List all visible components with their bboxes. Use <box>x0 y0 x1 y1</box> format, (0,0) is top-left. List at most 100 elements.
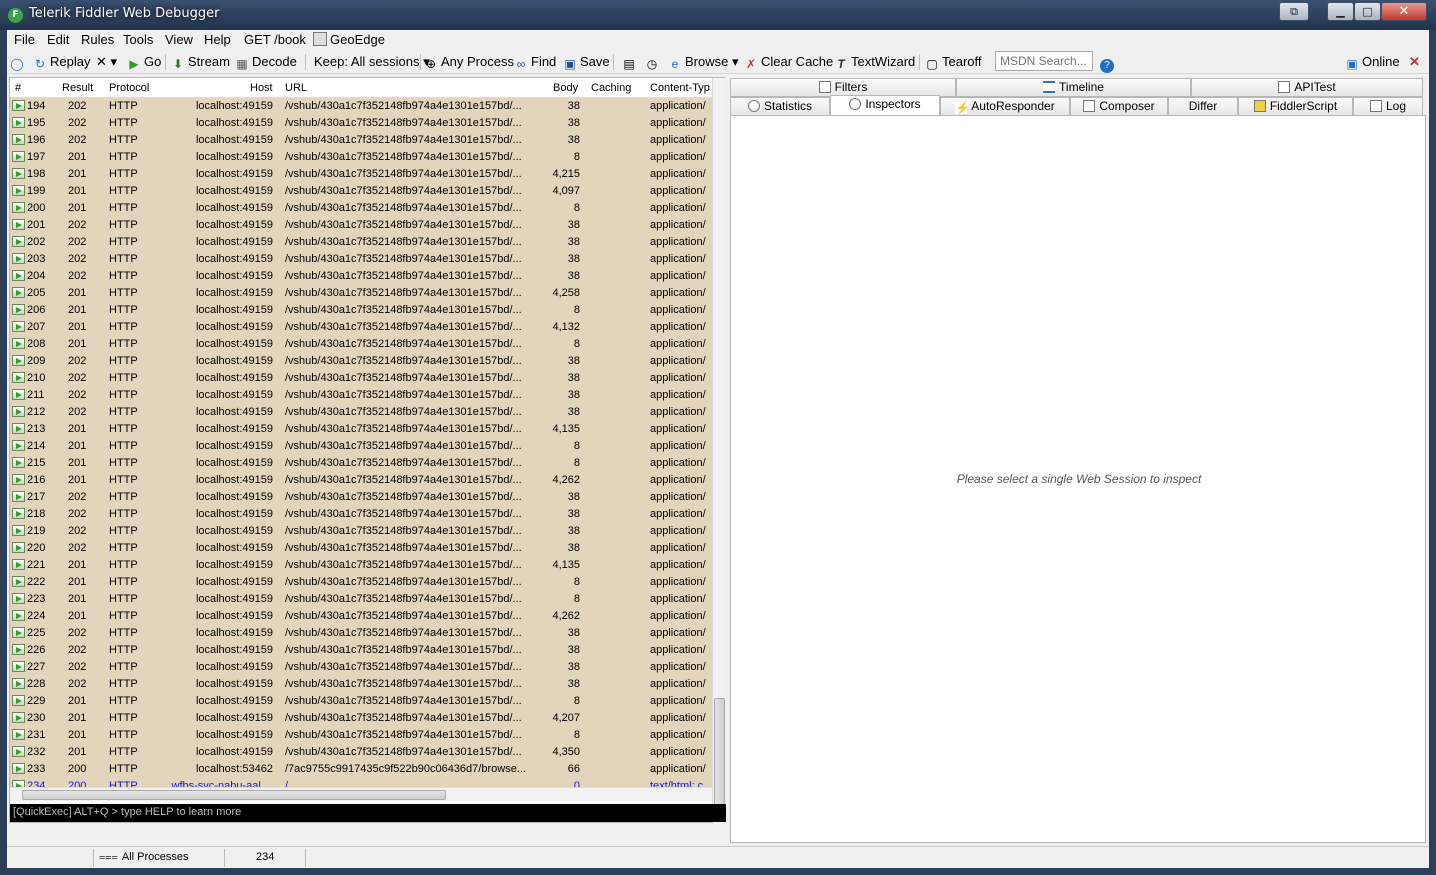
textwizard-button[interactable]: T TextWizard <box>834 54 915 71</box>
table-row[interactable]: 232 201 HTTP localhost:49159/vshub/430a1c7f… <box>10 744 712 761</box>
menu-view[interactable]: View <box>165 32 193 47</box>
table-row[interactable]: 197 201 HTTP localhost:49159/vshub/430a1c7f… <box>10 149 712 166</box>
menu-help[interactable]: Help <box>204 32 231 47</box>
table-row[interactable]: 202 202 HTTP localhost:49159/vshub/430a1c7f… <box>10 234 712 251</box>
table-row[interactable]: 217 202 HTTP localhost:49159/vshub/430a1c7f… <box>10 489 712 506</box>
tab-timeline[interactable]: Timeline <box>956 78 1191 97</box>
quickexec-input[interactable]: [QuickExec] ALT+Q > type HELP to learn m… <box>10 804 726 822</box>
remove-button[interactable]: ✕ ▾ <box>96 54 117 70</box>
table-row[interactable]: 211 202 HTTP localhost:49159/vshub/430a1c7f… <box>10 387 712 404</box>
table-row[interactable]: 201 202 HTTP localhost:49159/vshub/430a1c7f… <box>10 217 712 234</box>
table-row[interactable]: 229 201 HTTP localhost:49159/vshub/430a1c7f… <box>10 693 712 710</box>
find-button[interactable]: ∞ Find <box>514 54 557 71</box>
table-row[interactable]: 200 201 HTTP localhost:49159/vshub/430a1c7f… <box>10 200 712 217</box>
session-type-icon <box>12 287 25 298</box>
table-row[interactable]: 207 201 HTTP localhost:49159/vshub/430a1c7f… <box>10 319 712 336</box>
table-row[interactable]: 231 201 HTTP localhost:49159/vshub/430a1c7f… <box>10 727 712 744</box>
table-row[interactable]: 208 201 HTTP localhost:49159/vshub/430a1c7f… <box>10 336 712 353</box>
session-protocol: HTTP <box>109 491 138 503</box>
table-row[interactable]: 196 202 HTTP localhost:49159/vshub/430a1c7f… <box>10 132 712 149</box>
table-row[interactable]: 222 201 HTTP localhost:49159/vshub/430a1c7f… <box>10 574 712 591</box>
col-protocol[interactable]: Protocol <box>109 82 149 94</box>
table-row[interactable]: 194 202 HTTP localhost:49159/vshub/430a1c7f… <box>10 98 712 115</box>
stream-button[interactable]: ⬇ Stream <box>171 54 230 71</box>
any-process-button[interactable]: ⊕ Any Process <box>424 54 514 71</box>
table-row[interactable]: 221 201 HTTP localhost:49159/vshub/430a1c7f… <box>10 557 712 574</box>
save-button[interactable]: ▣ Save <box>563 54 609 71</box>
menu-geoedge[interactable]: GeoEdge <box>313 32 385 47</box>
comment-icon[interactable]: ◯ <box>10 54 27 71</box>
col-body[interactable]: Body <box>553 82 578 94</box>
tab-log[interactable]: Log <box>1353 97 1423 116</box>
clear-cache-button[interactable]: ✗ Clear Cache <box>744 54 833 71</box>
col-num[interactable]: # <box>15 82 21 94</box>
menu-file[interactable]: File <box>14 32 35 47</box>
table-row[interactable]: 214 201 HTTP localhost:49159/vshub/430a1c7f… <box>10 438 712 455</box>
process-filter[interactable]: ⩶ All Processes <box>99 851 188 864</box>
col-caching[interactable]: Caching <box>591 82 631 94</box>
col-host[interactable]: Host <box>250 82 273 94</box>
close-button[interactable]: ✕ <box>1381 2 1427 21</box>
table-row[interactable]: 210 202 HTTP localhost:49159/vshub/430a1c7f… <box>10 370 712 387</box>
maximize-button[interactable]: □ <box>1354 2 1381 21</box>
tab-inspectors[interactable]: Inspectors <box>830 95 940 116</box>
decode-button[interactable]: ▦ Decode <box>235 54 296 71</box>
col-url[interactable]: URL <box>285 82 307 94</box>
table-row[interactable]: 215 201 HTTP localhost:49159/vshub/430a1c7f… <box>10 455 712 472</box>
table-row[interactable]: 195 202 HTTP localhost:49159/vshub/430a1c7f… <box>10 115 712 132</box>
table-row[interactable]: 219 202 HTTP localhost:49159/vshub/430a1c7f… <box>10 523 712 540</box>
table-row[interactable]: 228 202 HTTP localhost:49159/vshub/430a1c7f… <box>10 676 712 693</box>
table-row[interactable]: 212 202 HTTP localhost:49159/vshub/430a1c7f… <box>10 404 712 421</box>
tab-fiddlerscript[interactable]: FiddlerScript <box>1238 97 1353 116</box>
tab-composer[interactable]: Composer <box>1070 97 1168 116</box>
vertical-scroll-thumb[interactable] <box>714 698 725 818</box>
table-row[interactable]: 230 201 HTTP localhost:49159/vshub/430a1c7f… <box>10 710 712 727</box>
menu-tools[interactable]: Tools <box>123 32 153 47</box>
menu-get-book[interactable]: GET /book <box>244 32 306 47</box>
col-content-type[interactable]: Content-Typ <box>650 82 710 94</box>
horizontal-scroll-thumb[interactable] <box>22 790 446 800</box>
table-row[interactable]: 226 202 HTTP localhost:49159/vshub/430a1c7f… <box>10 642 712 659</box>
tab-autoresponder[interactable]: ⚡AutoResponder <box>940 97 1070 116</box>
tab-differ[interactable]: Differ <box>1168 97 1238 116</box>
tab-statistics[interactable]: Statistics <box>730 97 830 116</box>
table-row[interactable]: 218 202 HTTP localhost:49159/vshub/430a1c7f… <box>10 506 712 523</box>
replay-button[interactable]: ↻ Replay <box>33 54 91 71</box>
table-row[interactable]: 225 202 HTTP localhost:49159/vshub/430a1c7f… <box>10 625 712 642</box>
go-button[interactable]: ▶ Go <box>127 54 161 71</box>
table-row[interactable]: 220 202 HTTP localhost:49159/vshub/430a1c7f… <box>10 540 712 557</box>
msdn-search-input[interactable] <box>995 51 1093 71</box>
table-row[interactable]: 213 201 HTTP localhost:49159/vshub/430a1c7f… <box>10 421 712 438</box>
tab-apitest[interactable]: APITest <box>1191 78 1423 97</box>
table-row[interactable]: 205 201 HTTP localhost:49159/vshub/430a1c7f… <box>10 285 712 302</box>
table-row[interactable]: 204 202 HTTP localhost:49159/vshub/430a1c7f… <box>10 268 712 285</box>
table-row[interactable]: 223 201 HTTP localhost:49159/vshub/430a1c7f… <box>10 591 712 608</box>
menu-edit[interactable]: Edit <box>47 32 69 47</box>
vertical-scrollbar[interactable] <box>712 78 725 824</box>
table-row[interactable]: 216 201 HTTP localhost:49159/vshub/430a1c7f… <box>10 472 712 489</box>
close-toolbar-icon[interactable]: ✕ <box>1409 54 1420 70</box>
browse-button[interactable]: e Browse ▾ <box>668 54 739 71</box>
table-row[interactable]: 234 200 HTTP wfbs-svc-nabu-aal.... / 0 text/ht… <box>10 778 712 787</box>
table-row[interactable]: 198 201 HTTP localhost:49159/vshub/430a1c7f… <box>10 166 712 183</box>
table-row[interactable]: 199 201 HTTP localhost:49159/vshub/430a1c7f… <box>10 183 712 200</box>
menu-rules[interactable]: Rules <box>81 32 114 47</box>
keep-sessions-dropdown[interactable]: Keep: All sessions ▾ <box>314 54 430 70</box>
table-row[interactable]: 233 200 HTTP localhost:53462/7ac9755c991743… <box>10 761 712 778</box>
session-body: 38 <box>567 355 580 367</box>
tearoff-button[interactable]: ▢ Tearoff <box>925 54 981 71</box>
screenshot-icon[interactable]: ▤ <box>622 54 639 71</box>
table-row[interactable]: 224 201 HTTP localhost:49159/vshub/430a1c7f… <box>10 608 712 625</box>
table-row[interactable]: 203 202 HTTP localhost:49159/vshub/430a1c7f… <box>10 251 712 268</box>
table-row[interactable]: 227 202 HTTP localhost:49159/vshub/430a1c7f… <box>10 659 712 676</box>
online-status[interactable]: ▣ Online <box>1345 54 1399 71</box>
restore-icon[interactable]: ⧉ <box>1279 2 1309 21</box>
timer-icon[interactable]: ◷ <box>645 54 662 71</box>
minimize-button[interactable]: ▁ <box>1327 2 1354 21</box>
table-row[interactable]: 206 201 HTTP localhost:49159/vshub/430a1c7f… <box>10 302 712 319</box>
help-icon[interactable]: ? <box>1100 54 1117 73</box>
table-row[interactable]: 209 202 HTTP localhost:49159/vshub/430a1c7f… <box>10 353 712 370</box>
col-result[interactable]: Result <box>62 82 93 94</box>
session-number: 211 <box>12 389 62 401</box>
horizontal-scrollbar[interactable] <box>10 787 712 801</box>
